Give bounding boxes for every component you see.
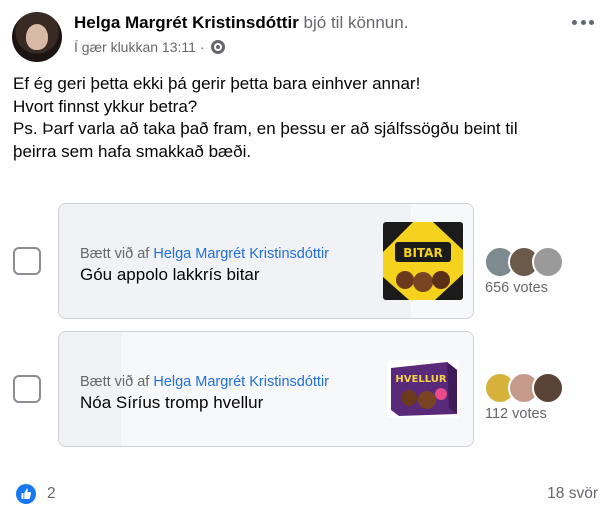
dot-icon	[580, 19, 586, 25]
post-header: Helga Margrét Kristinsdóttir bjó til kön…	[12, 10, 602, 64]
voter-avatars[interactable]	[484, 246, 564, 278]
poll-option: Bætt við af Helga Margrét Kristinsdóttir…	[0, 331, 611, 447]
comment-count[interactable]: 18 svör	[547, 485, 598, 503]
meta-separator: ·	[199, 39, 205, 55]
option-label: Góu appolo lakkrís bitar	[80, 265, 260, 284]
voter-avatars[interactable]	[484, 372, 564, 404]
candy-package-image: HVELLUR	[387, 360, 459, 418]
poll-option-card[interactable]: Bætt við af Helga Margrét Kristinsdóttir…	[58, 203, 474, 319]
candy-package-image: BITAR	[383, 222, 463, 300]
option-thumbnail: HVELLUR	[387, 360, 459, 418]
option-added-by: Bætt við af Helga Margrét Kristinsdóttir	[80, 246, 329, 262]
added-by-prefix: Bætt við af	[80, 246, 154, 262]
option-thumbnail: BITAR	[383, 222, 463, 300]
vote-count[interactable]: 656 votes	[485, 280, 548, 296]
reaction-count[interactable]: 2	[47, 485, 56, 503]
author-name[interactable]: Helga Margrét Kristinsdóttir	[74, 13, 299, 32]
voter-avatar[interactable]	[532, 246, 564, 278]
post-text: Ef ég geri þetta ekki þá gerir þetta bar…	[13, 73, 598, 163]
like-icon[interactable]	[16, 484, 36, 504]
thumbnail-brand-text: HVELLUR	[395, 374, 446, 385]
dot-icon	[589, 19, 594, 25]
post-text-line: þeirra sem hafa smakkað bæði.	[13, 141, 252, 161]
dot-icon	[572, 19, 577, 25]
added-by-prefix: Bætt við af	[80, 374, 154, 390]
post-meta: Í gær klukkan 13:11 ·	[74, 39, 225, 55]
option-label: Nóa Síríus tromp hvellur	[80, 393, 264, 412]
post-text-line: Ef ég geri þetta ekki þá gerir þetta bar…	[13, 74, 421, 93]
thumbnail-brand-text: BITAR	[403, 246, 442, 260]
thumbs-up-icon	[21, 488, 32, 499]
post-options-button[interactable]	[569, 12, 597, 32]
post-action-text: bjó til könnun.	[298, 13, 409, 32]
author-avatar[interactable]	[12, 12, 62, 62]
post-text-line: Hvort finnst ykkur betra?	[13, 96, 198, 116]
poll-option-card[interactable]: Bætt við af Helga Margrét Kristinsdóttir…	[58, 331, 474, 447]
author-line: Helga Margrét Kristinsdóttir bjó til kön…	[74, 13, 408, 33]
public-globe-icon	[210, 40, 225, 54]
poll-option-checkbox[interactable]	[13, 375, 41, 403]
voter-avatar[interactable]	[532, 372, 564, 404]
poll-option: Bætt við af Helga Margrét Kristinsdóttir…	[0, 203, 611, 319]
post-timestamp[interactable]: Í gær klukkan 13:11	[74, 39, 196, 55]
added-by-name-link[interactable]: Helga Margrét Kristinsdóttir	[153, 246, 329, 262]
post-text-line: Ps. Þarf varla að taka það fram, en þess…	[13, 119, 518, 138]
option-added-by: Bætt við af Helga Margrét Kristinsdóttir	[80, 374, 329, 390]
added-by-name-link[interactable]: Helga Margrét Kristinsdóttir	[153, 374, 329, 390]
vote-count[interactable]: 112 votes	[485, 406, 547, 422]
poll-option-checkbox[interactable]	[13, 247, 41, 275]
